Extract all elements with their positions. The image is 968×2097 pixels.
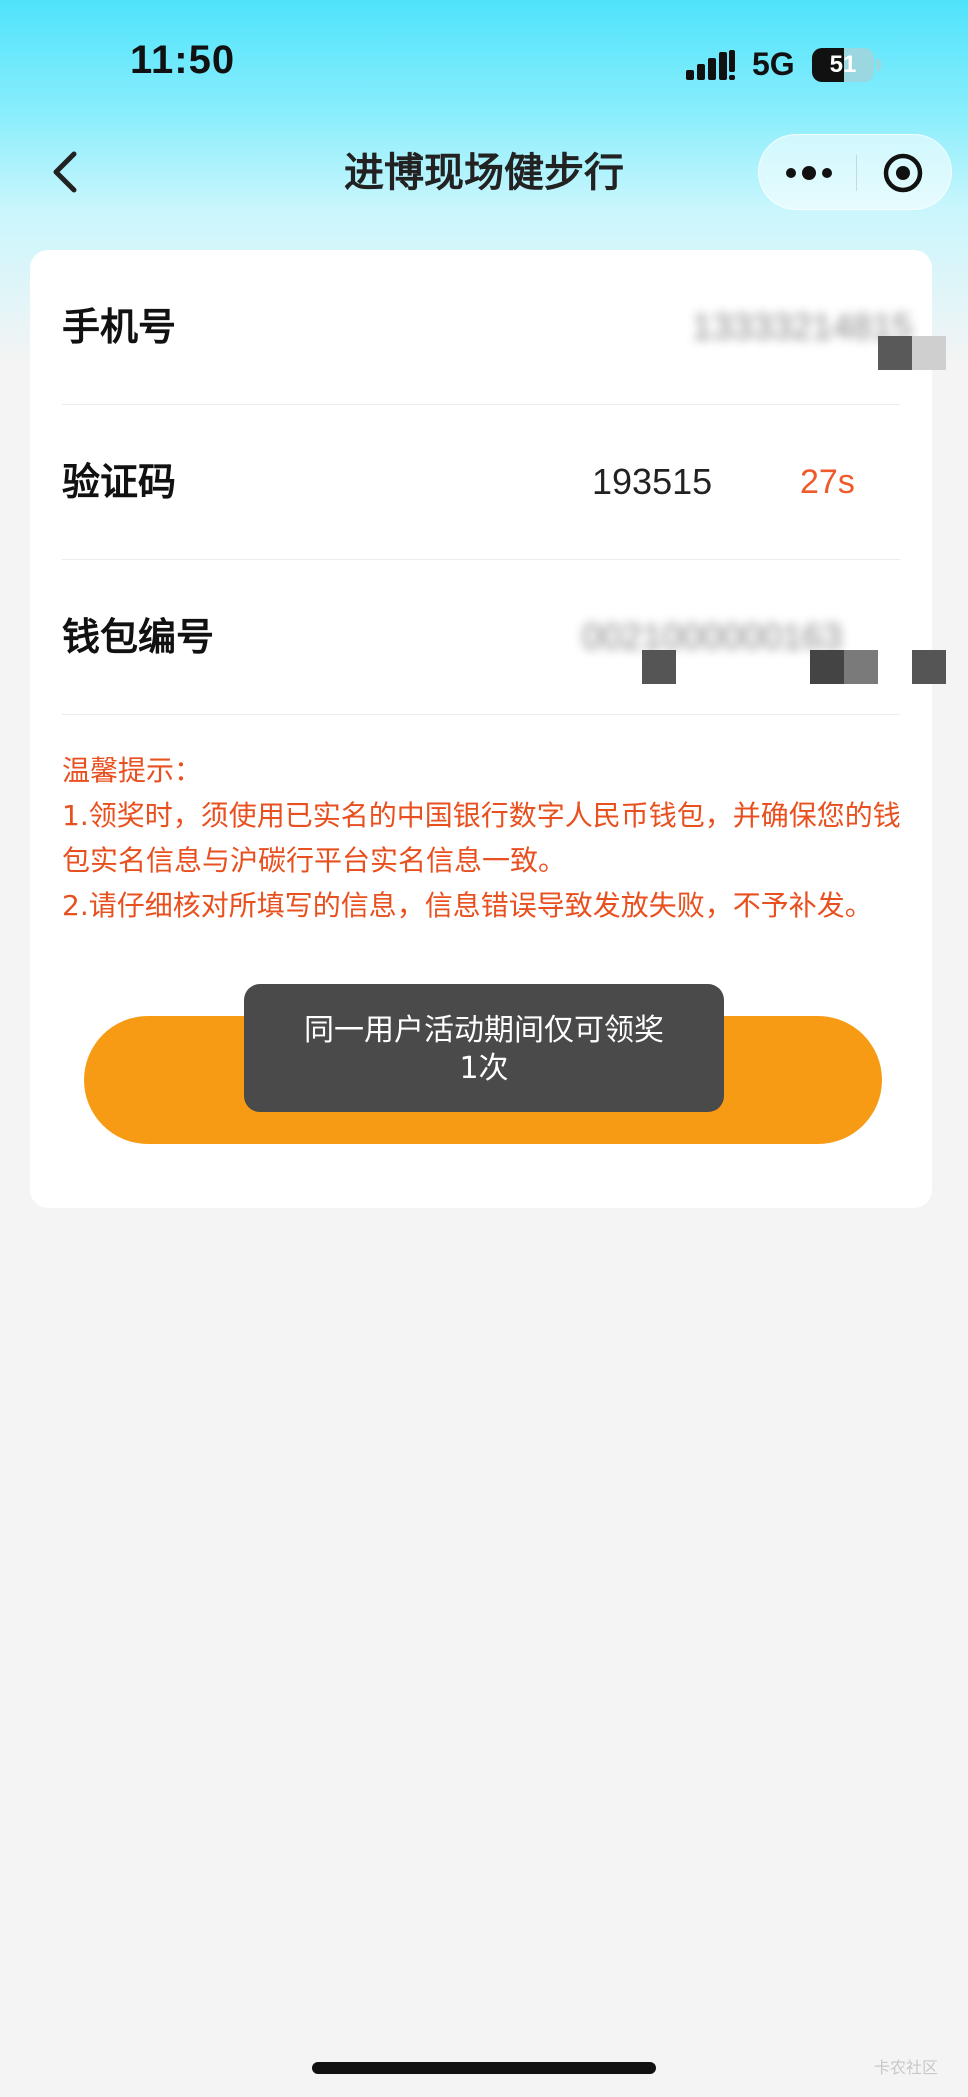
mini-program-capsule (758, 134, 952, 210)
privacy-mosaic (878, 336, 912, 370)
toast-line-1: 同一用户活动期间仅可领奖 (304, 1013, 664, 1048)
home-indicator[interactable] (312, 2062, 656, 2074)
privacy-mosaic (642, 650, 676, 684)
toast-line-2: 1次 (459, 1051, 509, 1086)
code-row: 验证码 193515 27s (62, 405, 900, 560)
phone-value[interactable]: 13333214815 (692, 250, 912, 404)
page-title: 进博现场健步行 (344, 150, 624, 196)
battery-cap (876, 59, 881, 71)
status-time: 11:50 (130, 38, 236, 82)
privacy-mosaic (844, 650, 878, 684)
wallet-value[interactable]: 0021000000163 (582, 560, 842, 714)
watermark: 卡农社区 (874, 2058, 939, 2077)
privacy-mosaic (912, 336, 946, 370)
back-button[interactable] (44, 146, 88, 198)
code-label: 验证码 (62, 460, 177, 504)
code-value[interactable]: 193515 (592, 405, 712, 559)
tips-block: 温馨提示： 1.领奖时，须使用已实名的中国银行数字人民币钱包，并确保您的钱包实名… (62, 748, 912, 928)
wallet-label: 钱包编号 (62, 615, 215, 659)
chevron-left-icon (53, 151, 77, 193)
privacy-mosaic (810, 650, 844, 684)
more-dots-icon[interactable] (781, 153, 837, 193)
phone-label: 手机号 (62, 305, 177, 349)
tips-line-2: 2.请仔细核对所填写的信息，信息错误导致发放失败，不予补发。 (62, 889, 873, 922)
tips-title: 温馨提示： (62, 754, 203, 787)
code-countdown[interactable]: 27s (800, 405, 855, 559)
privacy-mosaic (912, 650, 946, 684)
phone-row: 手机号 13333214815 (62, 250, 946, 405)
signal-icon (686, 50, 735, 80)
target-close-icon[interactable] (881, 151, 925, 195)
battery-level: 51 (829, 51, 857, 78)
wallet-row: 钱包编号 0021000000163 (62, 560, 946, 715)
network-label: 5G (752, 46, 795, 82)
battery-icon: 51 (812, 48, 882, 82)
tips-line-1: 1.领奖时，须使用已实名的中国银行数字人民币钱包，并确保您的钱包实名信息与沪碳行… (62, 799, 901, 877)
capsule-divider (856, 155, 857, 191)
toast-message: 同一用户活动期间仅可领奖 1次 (244, 984, 724, 1112)
